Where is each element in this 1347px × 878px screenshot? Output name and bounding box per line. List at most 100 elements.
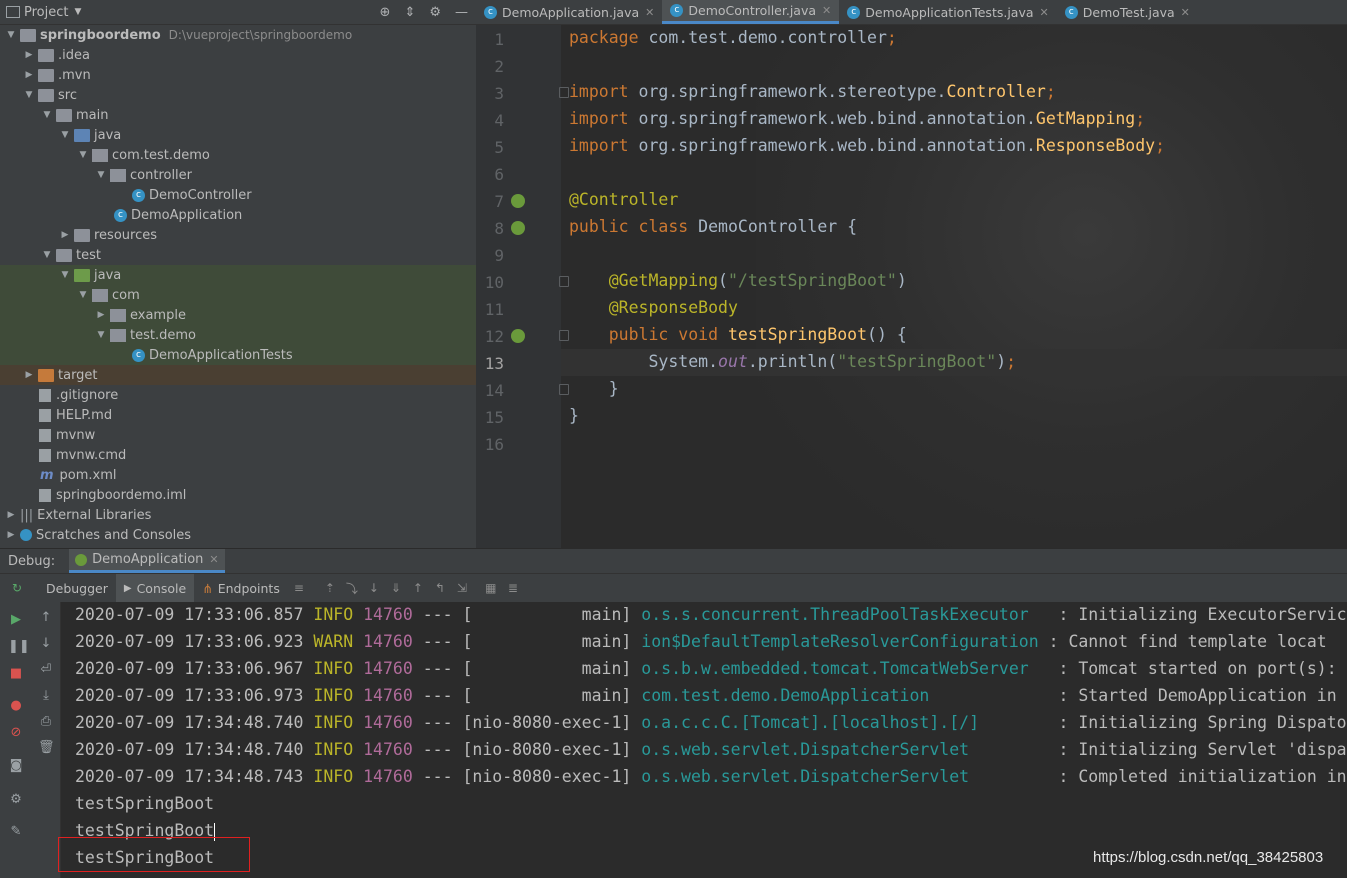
log-logger[interactable]: ion$DefaultTemplateResolverConfiguration: [641, 632, 1038, 651]
collapse-all-icon[interactable]: ⇕: [404, 5, 415, 20]
log-logger[interactable]: com.test.demo.DemoApplication: [641, 686, 1038, 705]
tree-item-demoapplication[interactable]: c DemoApplication: [110, 205, 242, 225]
tree-item-resources[interactable]: ▶ resources: [58, 225, 157, 245]
tree-item-pom-xml[interactable]: m pom.xml: [36, 465, 117, 485]
hide-icon[interactable]: —: [455, 5, 468, 20]
soft-wrap-icon[interactable]: ⏎: [38, 662, 54, 677]
log-logger[interactable]: o.s.web.servlet.DispatcherServlet: [641, 767, 1038, 786]
chevron-right-icon[interactable]: ▶: [22, 50, 36, 60]
code-editor[interactable]: 1 2 3 4 5 6 7 8 9 10 11 12 13 14 15 16 p…: [476, 25, 1347, 548]
tree-item-idea[interactable]: ▶ .idea: [22, 45, 90, 65]
gear-icon[interactable]: ⚙: [8, 792, 24, 807]
chevron-right-icon[interactable]: ▶: [4, 510, 18, 520]
step-over-icon[interactable]: ⤵: [344, 580, 360, 597]
tree-item-example[interactable]: ▶ example: [94, 305, 186, 325]
trash-icon[interactable]: 🗑: [38, 740, 55, 755]
tab-demoapplication[interactable]: c DemoApplication.java ✕: [476, 0, 662, 24]
drop-frame-icon[interactable]: ↰: [432, 581, 448, 595]
tree-item-scratches[interactable]: ▶ Scratches and Consoles: [4, 525, 192, 545]
mute-breakpoints-icon[interactable]: ⊘: [8, 725, 24, 740]
fold-marker-icon[interactable]: [559, 276, 569, 287]
log-logger[interactable]: o.s.b.w.embedded.tomcat.TomcatWebServer: [641, 659, 1038, 678]
down-arrow-icon[interactable]: ↓: [38, 636, 54, 651]
tree-item-iml[interactable]: springboordemo.iml: [36, 485, 186, 505]
close-icon[interactable]: ✕: [1040, 6, 1049, 19]
chevron-right-icon[interactable]: ▶: [22, 70, 36, 80]
console-output[interactable]: 2020-07-09 17:33:06.857 INFO 14760 --- […: [61, 602, 1347, 878]
tree-item-target[interactable]: ▶ target: [22, 365, 98, 385]
stop-icon[interactable]: ■: [8, 666, 24, 681]
force-step-into-icon[interactable]: ⇓: [388, 581, 404, 595]
spring-bean-gutter-icon[interactable]: [511, 194, 525, 208]
up-arrow-icon[interactable]: ↑: [38, 610, 54, 625]
project-view-selector[interactable]: Project: [24, 5, 68, 20]
fold-marker-icon[interactable]: [559, 87, 569, 98]
scroll-to-end-icon[interactable]: ⤓: [38, 688, 54, 703]
tree-item-main-java[interactable]: ▼ java: [58, 125, 122, 145]
show-execution-point-icon[interactable]: ⇡: [322, 581, 338, 595]
debug-session-tab[interactable]: DemoApplication ✕: [69, 549, 225, 573]
chevron-down-icon[interactable]: ▼: [94, 330, 108, 340]
tab-demotest[interactable]: c DemoTest.java ✕: [1057, 0, 1198, 24]
tab-debugger[interactable]: Debugger: [38, 574, 116, 602]
chevron-down-icon[interactable]: ▼: [40, 110, 54, 120]
run-to-cursor-icon[interactable]: ⇲: [454, 581, 470, 595]
tab-endpoints[interactable]: ⋔ Endpoints: [194, 574, 288, 602]
camera-icon[interactable]: ◙: [8, 758, 24, 773]
log-logger[interactable]: o.a.c.c.C.[Tomcat].[localhost].[/]: [641, 713, 1038, 732]
tree-item-root[interactable]: ▼ springboordemo D:\vueproject\springboo…: [4, 25, 353, 45]
chevron-down-icon[interactable]: ▼: [76, 150, 90, 160]
tree-item-test-java[interactable]: ▼ java: [58, 265, 122, 285]
tree-item-com[interactable]: ▼ com: [76, 285, 140, 305]
tree-item-test-demo[interactable]: ▼ test.demo: [94, 325, 196, 345]
view-breakpoints-icon[interactable]: ●: [8, 698, 24, 713]
chevron-right-icon[interactable]: ▶: [94, 310, 108, 320]
tree-item-com-test-demo[interactable]: ▼ com.test.demo: [76, 145, 210, 165]
close-icon[interactable]: ✕: [822, 4, 831, 17]
fold-marker-icon[interactable]: [559, 330, 569, 341]
chevron-right-icon[interactable]: ▶: [4, 530, 18, 540]
tab-console[interactable]: ▶ Console: [115, 574, 195, 602]
gear-icon[interactable]: ⚙: [429, 5, 441, 20]
request-mapping-gutter-icon[interactable]: [511, 329, 525, 343]
chevron-down-icon[interactable]: ▼: [58, 130, 72, 140]
tree-item-controller[interactable]: ▼ controller: [94, 165, 193, 185]
spring-bean-gutter-icon[interactable]: [511, 221, 525, 235]
chevron-right-icon[interactable]: ▶: [22, 370, 36, 380]
step-out-icon[interactable]: ↑: [410, 581, 426, 595]
close-icon[interactable]: ✕: [209, 553, 218, 566]
chevron-down-icon[interactable]: ▼: [94, 170, 108, 180]
locate-icon[interactable]: ⊕: [380, 5, 391, 20]
trace-icon[interactable]: ≣: [505, 581, 521, 595]
tree-item-external-libraries[interactable]: ▶ ||| External Libraries: [4, 505, 152, 525]
chevron-down-icon[interactable]: ▼: [58, 270, 72, 280]
chevron-down-icon[interactable]: ▼: [4, 30, 18, 40]
chevron-down-icon[interactable]: ▼: [74, 7, 81, 17]
rerun-icon[interactable]: ↻: [9, 581, 25, 595]
pause-icon[interactable]: ❚❚: [8, 639, 30, 654]
resume-icon[interactable]: ▶: [8, 612, 24, 627]
chevron-down-icon[interactable]: ▼: [22, 90, 36, 100]
chevron-down-icon[interactable]: ▼: [76, 290, 90, 300]
tree-item-democontroller[interactable]: c DemoController: [128, 185, 252, 205]
evaluate-expression-icon[interactable]: ▦: [483, 581, 499, 595]
tree-item-mvnw-cmd[interactable]: mvnw.cmd: [36, 445, 126, 465]
pin-icon[interactable]: ✎: [8, 824, 24, 839]
log-logger[interactable]: o.s.web.servlet.DispatcherServlet: [641, 740, 1038, 759]
tree-item-mvn[interactable]: ▶ .mvn: [22, 65, 91, 85]
log-logger[interactable]: o.s.s.concurrent.ThreadPoolTaskExecutor: [641, 605, 1038, 624]
close-icon[interactable]: ✕: [645, 6, 654, 19]
tree-item-test[interactable]: ▼ test: [40, 245, 101, 265]
tree-item-src[interactable]: ▼ src: [22, 85, 77, 105]
close-icon[interactable]: ✕: [1181, 6, 1190, 19]
menu-icon[interactable]: ≡: [291, 581, 307, 595]
tab-democontroller[interactable]: c DemoController.java ✕: [662, 0, 840, 24]
tree-item-main[interactable]: ▼ main: [40, 105, 109, 125]
chevron-down-icon[interactable]: ▼: [40, 250, 54, 260]
chevron-right-icon[interactable]: ▶: [58, 230, 72, 240]
fold-marker-icon[interactable]: [559, 384, 569, 395]
print-icon[interactable]: ⎙: [38, 714, 54, 729]
tree-item-help-md[interactable]: HELP.md: [36, 405, 112, 425]
tree-item-gitignore[interactable]: .gitignore: [36, 385, 118, 405]
step-into-icon[interactable]: ↓: [366, 581, 382, 595]
